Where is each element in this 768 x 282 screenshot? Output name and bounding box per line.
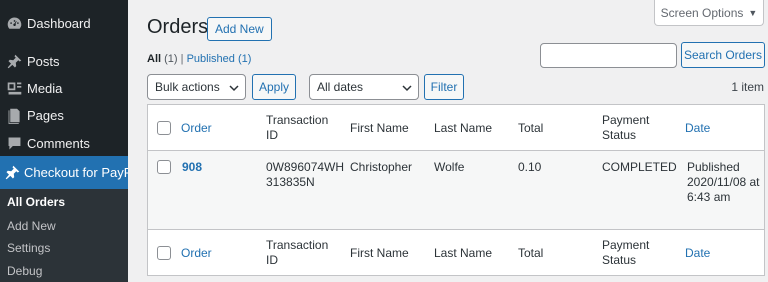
column-footer-transaction-id: Transaction ID xyxy=(266,238,329,267)
filter-all-link[interactable]: All (1) xyxy=(147,53,178,65)
status-filter-links: All (1) | Published (1) xyxy=(147,53,251,65)
sidebar-item-label: Pages xyxy=(27,107,64,123)
pin-icon xyxy=(4,51,24,71)
column-footer-last-name: Last Name xyxy=(434,246,493,260)
sidebar-item-dashboard[interactable]: Dashboard xyxy=(0,8,128,38)
caret-down-icon: ▼ xyxy=(748,7,758,18)
sidebar-item-label: Dashboard xyxy=(27,15,91,31)
dashboard-icon xyxy=(4,13,24,33)
transaction-id: 0W896074WH 313835N xyxy=(266,160,345,189)
screen-options-button[interactable]: Screen Options ▼ xyxy=(654,0,764,26)
pin-icon xyxy=(4,163,21,183)
apply-button[interactable]: Apply xyxy=(252,74,296,100)
last-name: Wolfe xyxy=(434,160,465,174)
column-header-total: Total xyxy=(518,121,544,135)
page-title: Orders xyxy=(147,16,209,38)
sidebar-submenu: All Orders Add New Settings Debug xyxy=(0,189,128,282)
comments-icon xyxy=(4,133,24,153)
submenu-item-debug[interactable]: Debug xyxy=(7,264,42,278)
first-name: Christopher xyxy=(350,160,413,174)
submenu-item-all-orders[interactable]: All Orders xyxy=(7,195,65,209)
media-icon xyxy=(4,78,24,98)
sidebar-item-label: Checkout for PayPal xyxy=(24,165,128,180)
select-all-checkbox[interactable] xyxy=(157,121,171,135)
chevron-down-icon xyxy=(229,82,239,92)
screen-options-label: Screen Options xyxy=(660,5,744,20)
pages-icon xyxy=(4,105,24,125)
sidebar-item-label: Media xyxy=(27,80,63,96)
sidebar-item-checkout-for-paypal[interactable]: Checkout for PayPal xyxy=(0,156,128,189)
column-header-date[interactable]: Date xyxy=(685,121,710,136)
column-header-first-name: First Name xyxy=(350,121,409,135)
row-checkbox[interactable] xyxy=(157,160,171,174)
column-footer-date[interactable]: Date xyxy=(685,246,710,261)
date: Published 2020/11/08 at 6:43 am xyxy=(687,160,760,204)
bulk-actions-value: Bulk actions xyxy=(155,80,220,94)
submenu-item-add-new[interactable]: Add New xyxy=(7,219,56,233)
column-header-transaction-id: Transaction ID xyxy=(266,113,329,142)
submenu-item-settings[interactable]: Settings xyxy=(7,241,50,255)
column-footer-order[interactable]: Order xyxy=(181,246,212,261)
dates-value: All dates xyxy=(317,80,364,94)
total: 0.10 xyxy=(518,160,542,174)
sidebar-item-media[interactable]: Media xyxy=(0,73,128,103)
column-footer-first-name: First Name xyxy=(350,246,409,260)
items-count: 1 item xyxy=(731,80,764,94)
orders-table: Order Transaction ID First Name Last Name… xyxy=(147,104,765,276)
filter-published-link[interactable]: Published (1) xyxy=(187,53,252,65)
sidebar-item-label: Posts xyxy=(27,53,60,69)
table-footer: Order Transaction ID First Name Last Name… xyxy=(148,229,764,275)
admin-sidebar: Dashboard Posts Media Pages Comments Che… xyxy=(0,0,128,282)
order-number-link[interactable]: 908 xyxy=(182,160,202,175)
column-footer-payment-status: Payment Status xyxy=(602,238,650,267)
add-new-button[interactable]: Add New xyxy=(207,17,272,41)
bulk-actions-select[interactable]: Bulk actions xyxy=(147,74,246,100)
filter-separator: | xyxy=(180,53,184,65)
payment-status: COMPLETED xyxy=(602,160,677,174)
sidebar-item-label: Comments xyxy=(27,135,90,151)
sidebar-item-posts[interactable]: Posts xyxy=(0,46,128,76)
column-header-order[interactable]: Order xyxy=(181,121,212,136)
select-all-checkbox-footer[interactable] xyxy=(157,246,171,260)
dates-select[interactable]: All dates xyxy=(309,74,419,100)
column-header-last-name: Last Name xyxy=(434,121,493,135)
chevron-down-icon xyxy=(402,82,412,92)
table-row: 908 0W896074WH 313835N Christopher Wolfe … xyxy=(148,151,764,229)
filter-button[interactable]: Filter xyxy=(424,74,464,100)
sidebar-item-pages[interactable]: Pages xyxy=(0,100,128,130)
column-footer-total: Total xyxy=(518,246,544,260)
column-header-payment-status: Payment Status xyxy=(602,113,650,142)
sidebar-item-comments[interactable]: Comments xyxy=(0,128,128,158)
search-orders-button[interactable]: Search Orders xyxy=(681,42,765,68)
search-input[interactable] xyxy=(540,43,677,68)
table-header: Order Transaction ID First Name Last Name… xyxy=(148,105,764,151)
